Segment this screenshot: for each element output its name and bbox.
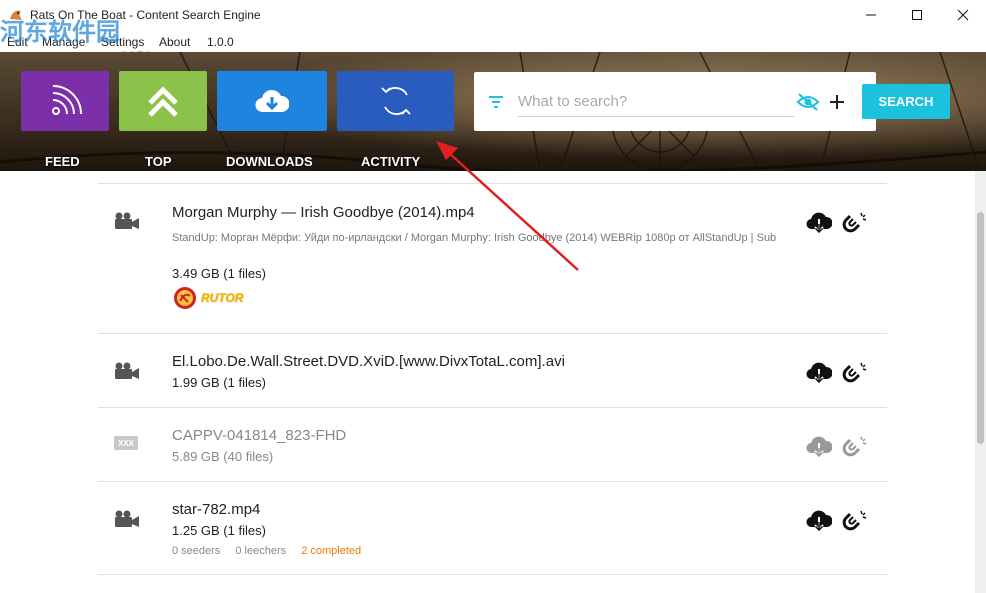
seeders-count: 0 seeders <box>172 545 221 557</box>
result-size: 3.49 GB (1 files) <box>172 266 266 281</box>
minimize-button[interactable] <box>848 0 894 30</box>
cloud-download-icon[interactable] <box>806 435 832 457</box>
menu-manage[interactable]: Manage <box>42 35 85 49</box>
result-item[interactable]: El.Lobo.De.Wall.Street.DVD.XviD.[www.Div… <box>98 333 887 407</box>
activity-label[interactable]: ACTIVITY <box>361 154 420 169</box>
video-camera-icon <box>115 362 139 379</box>
adult-badge-text: XXX <box>117 438 134 448</box>
magnet-icon[interactable] <box>842 360 868 384</box>
filter-icon[interactable] <box>488 95 504 109</box>
magnet-icon[interactable] <box>842 210 868 234</box>
double-chevron-up-icon <box>148 86 178 117</box>
plus-icon[interactable] <box>829 94 845 110</box>
result-item[interactable]: XXX CAPPV-041814_823-FHD 5.89 GB (40 fil… <box>98 407 887 481</box>
rss-icon <box>52 85 82 115</box>
search-button[interactable]: SEARCH <box>862 84 950 119</box>
close-icon <box>957 9 969 21</box>
cloud-download-icon[interactable] <box>806 211 832 233</box>
tracker-name: RUTOR <box>201 291 244 305</box>
maximize-icon <box>912 10 922 20</box>
result-title[interactable]: Morgan Murphy — Irish Goodbye (2014).mp4 <box>172 204 475 221</box>
result-item[interactable]: star-782.mp4 1.25 GB (1 files) 0 seeders… <box>98 481 887 575</box>
maximize-button[interactable] <box>894 0 940 30</box>
peer-stats: 0 seeders 0 leechers 2 completed <box>172 545 373 557</box>
downloads-label[interactable]: DOWNLOADS <box>226 154 313 169</box>
magnet-icon[interactable] <box>842 434 868 458</box>
minimize-icon <box>866 14 876 16</box>
menu-about[interactable]: About <box>159 35 190 49</box>
menu-edit[interactable]: Edit <box>7 35 28 49</box>
result-title[interactable]: El.Lobo.De.Wall.Street.DVD.XviD.[www.Div… <box>172 353 565 370</box>
scrollbar-thumb[interactable] <box>977 212 984 444</box>
completed-count: 2 completed <box>301 545 362 557</box>
search-panel <box>474 72 876 131</box>
menu-bar: Edit Manage Settings About 1.0.0 <box>0 30 986 52</box>
sync-icon <box>380 87 411 115</box>
result-size: 1.99 GB (1 files) <box>172 375 266 390</box>
top-label[interactable]: TOP <box>145 154 172 169</box>
top-tile[interactable] <box>119 71 207 131</box>
cloud-download-icon[interactable] <box>806 509 832 531</box>
activity-tile[interactable] <box>337 71 454 131</box>
header-banner: FEED TOP DOWNLOADS ACTIVITY SEARCH <box>0 52 986 171</box>
result-item[interactable]: Morgan Murphy — Irish Goodbye (2014).mp4… <box>98 183 887 333</box>
result-size: 5.89 GB (40 files) <box>172 449 274 464</box>
cloud-download-icon[interactable] <box>806 361 832 383</box>
window-title: Rats On The Boat - Content Search Engine <box>30 8 261 22</box>
result-title[interactable]: CAPPV-041814_823-FHD <box>172 427 346 444</box>
tracker-logo: RUTOR <box>172 286 243 310</box>
results-list: Morgan Murphy — Irish Goodbye (2014).mp4… <box>0 171 986 593</box>
magnet-icon[interactable] <box>842 508 868 532</box>
eye-off-icon[interactable] <box>796 93 820 111</box>
downloads-tile[interactable] <box>217 71 327 131</box>
app-icon <box>10 10 22 20</box>
result-description: StandUp: Морган Мёрфи: Уйди по-ирландски… <box>172 232 777 244</box>
search-input[interactable] <box>518 87 794 117</box>
result-title[interactable]: star-782.mp4 <box>172 501 260 518</box>
close-button[interactable] <box>940 0 986 30</box>
feed-tile[interactable] <box>21 71 109 131</box>
feed-label[interactable]: FEED <box>45 154 80 169</box>
rutor-emblem-icon <box>174 287 196 309</box>
video-camera-icon <box>115 212 139 229</box>
result-size: 1.25 GB (1 files) <box>172 523 266 538</box>
title-bar: Rats On The Boat - Content Search Engine <box>0 0 986 30</box>
version-label: 1.0.0 <box>207 35 234 49</box>
adult-badge: XXX <box>114 436 138 450</box>
cloud-download-icon <box>255 89 289 113</box>
video-camera-icon <box>115 510 139 527</box>
menu-settings[interactable]: Settings <box>101 35 144 49</box>
leechers-count: 0 leechers <box>235 545 287 557</box>
